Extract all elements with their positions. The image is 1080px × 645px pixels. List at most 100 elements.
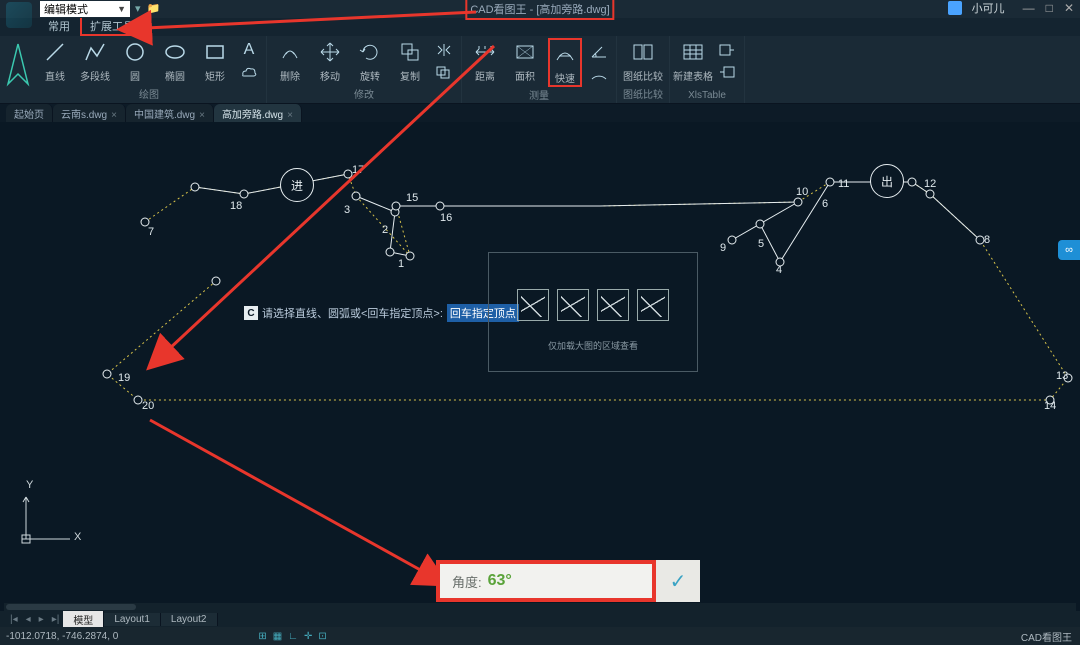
ortho-toggle[interactable]: ∟ bbox=[288, 631, 298, 642]
doctab-1[interactable]: 云南s.dwg× bbox=[53, 104, 126, 123]
mode-dropdown[interactable]: 编辑模式 ▼ bbox=[40, 1, 130, 17]
quick-access-toolbar: ▾ 📁 bbox=[135, 2, 160, 15]
ribbon-tabs: 常用 扩展工具 bbox=[0, 18, 1080, 36]
preview-thumb[interactable] bbox=[637, 289, 669, 321]
close-icon[interactable]: × bbox=[199, 110, 205, 121]
tool-polyline[interactable]: 多段线 bbox=[78, 38, 112, 83]
angle-confirm-button[interactable]: ✓ bbox=[656, 560, 700, 602]
tool-copy[interactable]: 复制 bbox=[393, 38, 427, 83]
scrollbar-thumb[interactable] bbox=[6, 604, 136, 610]
layout-tab-2[interactable]: Layout2 bbox=[161, 613, 218, 626]
export-icon[interactable] bbox=[716, 41, 738, 59]
layout-tabs: |◂ ◂ ▸ ▸| 模型 Layout1 Layout2 bbox=[0, 611, 1080, 627]
node-label: 12 bbox=[924, 178, 936, 190]
status-toggles: ⊞ ▦ ∟ ✛ ⊡ bbox=[258, 631, 326, 642]
angle-value: 63° bbox=[488, 572, 512, 590]
ribbon-tab-extend[interactable]: 扩展工具 bbox=[80, 16, 144, 36]
tool-newtable[interactable]: 新建表格 bbox=[676, 38, 710, 83]
grid-toggle[interactable]: ▦ bbox=[273, 631, 282, 642]
user-name: 小可儿 bbox=[972, 0, 1005, 16]
tool-circle[interactable]: 圆 bbox=[118, 38, 152, 83]
node-label: 14 bbox=[1044, 400, 1056, 412]
node-label: 11 bbox=[838, 178, 849, 190]
distance-icon bbox=[471, 38, 499, 66]
layout-nav-first[interactable]: |◂ bbox=[6, 614, 22, 625]
import-icon[interactable] bbox=[716, 63, 738, 81]
close-icon[interactable]: × bbox=[111, 110, 117, 121]
layout-tab-model[interactable]: 模型 bbox=[63, 611, 104, 628]
draw-small-tools: A bbox=[238, 38, 260, 83]
layout-nav-last[interactable]: ▸| bbox=[48, 614, 64, 625]
angle-icon[interactable] bbox=[588, 43, 610, 61]
tool-quick-measure[interactable]: 快速 bbox=[548, 38, 582, 87]
ellipse-icon bbox=[161, 38, 189, 66]
cloud-icon[interactable] bbox=[238, 63, 260, 81]
window-buttons: — □ ✕ bbox=[1015, 1, 1074, 15]
preview-thumb[interactable] bbox=[597, 289, 629, 321]
side-share-badge[interactable]: ∞ bbox=[1058, 240, 1080, 260]
preview-thumb[interactable] bbox=[517, 289, 549, 321]
node-label: 5 bbox=[758, 238, 764, 250]
app-logo-large bbox=[4, 38, 32, 90]
command-text: 请选择直线、圆弧或<回车指定顶点>: bbox=[262, 305, 443, 321]
node-label: 6 bbox=[822, 198, 828, 210]
maximize-button[interactable]: □ bbox=[1046, 1, 1053, 15]
panel-title-xls: XlsTable bbox=[688, 90, 726, 101]
preview-caption: 仅加载大图的区域查看 bbox=[489, 339, 697, 352]
title-bar: 编辑模式 ▼ ▾ 📁 CAD看图王 - [高加旁路.dwg] 小可儿 — □ ✕ bbox=[0, 0, 1080, 18]
panel-draw: 直线 多段线 圆 椭圆 矩形 A 绘图 bbox=[32, 36, 267, 103]
tool-move[interactable]: 移动 bbox=[313, 38, 347, 83]
node-label: 18 bbox=[230, 200, 242, 212]
command-prompt[interactable]: C 请选择直线、圆弧或<回车指定顶点>: 回车指定顶点 bbox=[244, 304, 519, 322]
snap-toggle[interactable]: ⊞ bbox=[258, 631, 266, 642]
ribbon-tab-common[interactable]: 常用 bbox=[38, 16, 80, 36]
arc-icon[interactable] bbox=[588, 65, 610, 83]
mirror-icon[interactable] bbox=[433, 41, 455, 59]
tool-distance[interactable]: 距离 bbox=[468, 38, 502, 87]
line-icon bbox=[41, 38, 69, 66]
user-icon[interactable] bbox=[948, 1, 962, 15]
tool-compare[interactable]: 图纸比较 bbox=[626, 38, 660, 83]
tool-rotate[interactable]: 旋转 bbox=[353, 38, 387, 83]
panel-compare: 图纸比较 图纸比较 bbox=[617, 36, 670, 103]
layout-nav-prev[interactable]: ◂ bbox=[22, 614, 35, 625]
node-label: 2 bbox=[382, 224, 388, 236]
layout-tab-1[interactable]: Layout1 bbox=[104, 613, 161, 626]
angle-result: 角度: 63° bbox=[436, 560, 656, 602]
share-icon: ∞ bbox=[1065, 244, 1073, 256]
panel-title-measure: 测量 bbox=[529, 87, 549, 102]
offset-icon[interactable] bbox=[433, 63, 455, 81]
move-icon bbox=[316, 38, 344, 66]
doctab-2[interactable]: 中国建筑.dwg× bbox=[126, 104, 214, 123]
open-icon[interactable]: 📁 bbox=[147, 2, 161, 15]
doctab-start[interactable]: 起始页 bbox=[6, 104, 53, 123]
tool-ellipse[interactable]: 椭圆 bbox=[158, 38, 192, 83]
tool-line[interactable]: 直线 bbox=[38, 38, 72, 83]
node-label: 16 bbox=[440, 212, 452, 224]
text-icon[interactable]: A bbox=[238, 41, 260, 59]
quick-icon bbox=[551, 40, 579, 68]
panel-xlstable: 新建表格 XlsTable bbox=[670, 36, 745, 103]
node-label: 20 bbox=[142, 400, 154, 412]
tool-area[interactable]: 面积 bbox=[508, 38, 542, 87]
tool-delete[interactable]: 删除 bbox=[273, 38, 307, 83]
horizontal-scrollbar[interactable] bbox=[4, 603, 1076, 611]
polar-toggle[interactable]: ✛ bbox=[304, 631, 312, 642]
close-icon[interactable]: × bbox=[287, 110, 293, 121]
angle-label: 角度: bbox=[452, 572, 482, 591]
preview-thumb[interactable] bbox=[557, 289, 589, 321]
app-logo bbox=[6, 2, 32, 28]
preview-panel: 仅加载大图的区域查看 bbox=[488, 252, 698, 372]
drawing-canvas[interactable]: 进 出 7 18 17 3 2 1 15 16 10 9 5 4 6 11 12… bbox=[0, 122, 1080, 611]
osnap-toggle[interactable]: ⊡ bbox=[318, 631, 326, 642]
doctab-3[interactable]: 高加旁路.dwg× bbox=[214, 104, 302, 123]
measure-small-tools bbox=[588, 38, 610, 87]
layout-nav-next[interactable]: ▸ bbox=[35, 614, 48, 625]
dropdown-icon[interactable]: ▾ bbox=[135, 2, 141, 15]
status-bar: -1012.0718, -746.2874, 0 ⊞ ▦ ∟ ✛ ⊡ CAD看图… bbox=[0, 627, 1080, 645]
node-label: 9 bbox=[720, 242, 726, 254]
tool-rect[interactable]: 矩形 bbox=[198, 38, 232, 83]
table-icon bbox=[679, 38, 707, 66]
minimize-button[interactable]: — bbox=[1023, 1, 1035, 15]
close-button[interactable]: ✕ bbox=[1064, 1, 1074, 15]
